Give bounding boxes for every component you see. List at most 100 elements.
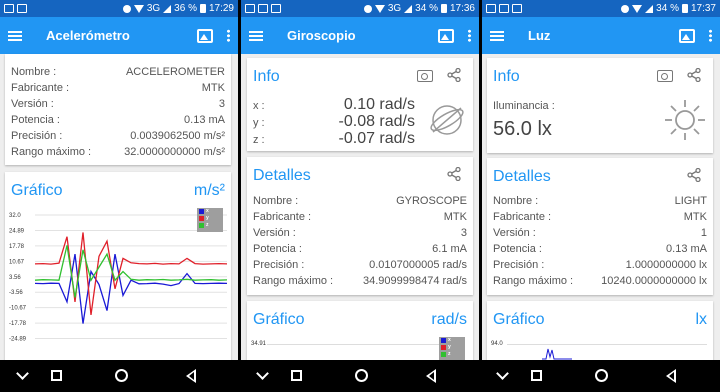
legend-item: z [197,222,223,229]
menu-icon[interactable] [490,30,504,41]
detail-value: 32.0000000000 m/s² [124,146,225,158]
wifi-icon [632,4,643,13]
detail-value: 0.13 mA [666,243,707,255]
graph-title: Gráfico [493,311,545,328]
y-tick-label: 32.0 [9,213,21,219]
graph-title: Gráfico [11,182,63,199]
detail-row: Fabricante : MTK [253,211,467,227]
details-card: Detalles Nombre : GYROSCOPE Fabricante : M… [247,157,473,295]
y-tick-label: 3.56 [9,275,21,281]
share-icon[interactable] [447,68,461,82]
legend-item: y [439,344,465,351]
chart-legend: x y z [439,337,465,360]
detail-value: 1 [700,227,707,239]
battery-percent: 36 % [174,3,197,14]
detail-row: Rango máximo : 10240.0000000000 lx [493,275,707,291]
detail-value: LIGHT [674,195,707,207]
axis-label: x : [253,100,265,112]
detail-label: Precisión : [493,259,545,271]
battery-icon [199,4,206,13]
recents-icon[interactable] [531,370,542,381]
illuminance-value: 56.0 lx [493,118,552,140]
gyro-z-value: -0.07 rad/s [338,130,415,147]
camera-icon[interactable] [417,70,433,82]
app-bar: Giroscopio [241,17,479,54]
back-icon[interactable] [426,369,436,383]
detail-label: Versión : [253,227,296,239]
back-icon[interactable] [186,369,196,383]
detail-value: 6.1 mA [432,243,467,255]
legend-label: x [448,337,451,343]
google-notification-icon [17,4,27,13]
detail-label: Versión : [493,227,536,239]
detail-row: Versión : 3 [253,227,467,243]
detail-row: Precisión : 1.0000000000 lx [493,259,707,275]
detail-label: Potencia : [11,114,60,126]
detail-label: Rango máximo : [11,146,92,158]
legend-label: z [206,222,209,228]
info-title: Info [253,68,280,85]
recents-icon[interactable] [51,370,62,381]
more-options-icon[interactable] [468,29,471,42]
detail-label: Fabricante : [253,211,312,223]
detail-value: 10240.0000000000 lx [601,275,707,287]
legend-item: x [439,337,465,344]
legend-item: y [197,215,223,222]
share-icon[interactable] [687,68,701,82]
detail-label: Rango máximo : [493,275,574,287]
camera-icon[interactable] [657,70,673,82]
detail-label: Nombre : [11,66,57,78]
screenshot-image-icon[interactable] [438,28,454,43]
share-icon[interactable] [687,168,701,182]
signal-icon [645,4,654,13]
detail-label: Precisión : [11,130,63,142]
status-bar: 3G 34 % 17:36 [241,0,479,17]
graph-unit: lx [695,311,707,328]
graph-unit: m/s² [193,182,225,199]
home-icon[interactable] [595,369,608,382]
wifi-icon [374,4,385,13]
detail-row: Rango máximo : 32.0000000000 m/s² [11,146,225,162]
menu-icon[interactable] [249,30,263,41]
screenshot-image-icon[interactable] [679,28,695,43]
chart-legend: x y z [197,208,223,232]
screenshot-image-icon[interactable] [197,28,213,43]
gallery-notification-icon [486,4,496,13]
chevron-down-icon[interactable] [496,367,509,380]
detail-label: Potencia : [493,243,542,255]
chevron-down-icon[interactable] [256,367,269,380]
more-options-icon[interactable] [709,29,712,42]
chevron-down-icon[interactable] [16,367,29,380]
graph-title: Gráfico [253,311,305,328]
home-icon[interactable] [355,369,368,382]
menu-icon[interactable] [8,30,22,41]
phone-screen-gyroscope: 3G 34 % 17:36 Giroscopio Info x : y: z … [241,0,479,360]
info-card: Info x : y : z : 0.10 rad/s -0.08 rad/s … [247,58,473,151]
detail-value: GYROSCOPE [396,195,467,207]
graph-card: Gráfico lx 94.0 [487,301,713,360]
detail-value: ACCELEROMETER [125,66,225,78]
graph-card: Gráfico m/s² 32.0 24.89 17.78 10.67 3.56 -3.5… [5,172,231,360]
google-notification-icon [271,4,281,13]
detail-label: Precisión : [253,259,305,271]
detail-label: Fabricante : [493,211,552,223]
gallery-notification-icon [245,4,255,13]
recents-icon[interactable] [291,370,302,381]
graph-unit: rad/s [431,311,467,328]
share-icon[interactable] [447,167,461,181]
battery-percent: 34 % [656,3,679,14]
detail-value: 0.0107000005 rad/s [369,259,467,271]
legend-item: x [197,208,223,215]
detail-row: Precisión : 0.0039062500 m/s² [11,130,225,146]
back-icon[interactable] [666,369,676,383]
signal-icon [163,4,172,13]
detail-row: Nombre : ACCELEROMETER [11,66,225,82]
home-icon[interactable] [115,369,128,382]
gridline [267,344,443,345]
battery-icon [681,4,688,13]
detail-value: 3 [218,98,225,110]
illuminance-label: Iluminancia : [493,100,555,112]
gyro-x-value: 0.10 rad/s [343,96,415,113]
y-tick: 34.91 [251,341,267,347]
more-options-icon[interactable] [227,29,230,42]
